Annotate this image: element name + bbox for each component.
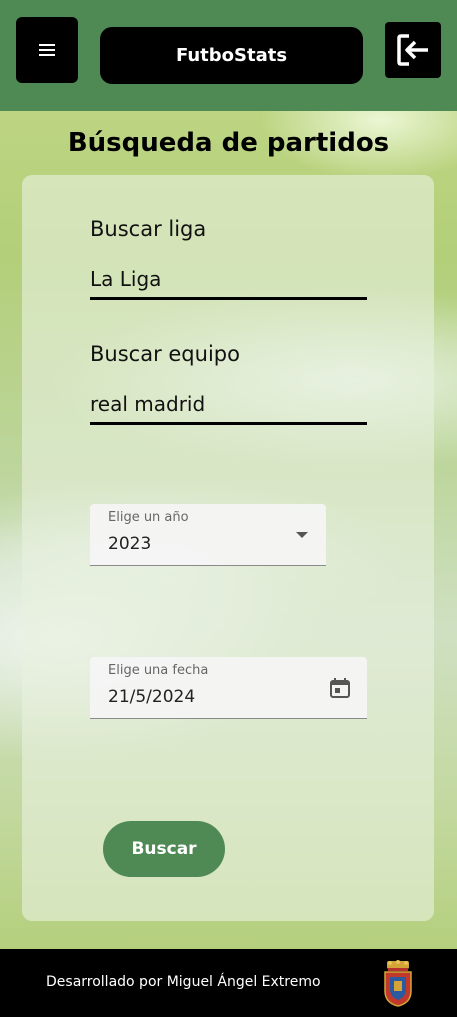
year-select-label: Elige un año — [108, 510, 189, 525]
date-picker-label: Elige una fecha — [108, 663, 209, 678]
logout-button[interactable] — [385, 22, 441, 78]
menu-button[interactable] — [16, 17, 78, 83]
team-label: Buscar equipo — [90, 342, 240, 366]
footer-credit: Desarrollado por Miguel Ángel Extremo — [46, 974, 321, 990]
calendar-icon[interactable] — [329, 677, 351, 699]
hamburger-menu-icon — [39, 44, 55, 56]
year-select[interactable]: Elige un año 2023 — [90, 504, 326, 566]
league-search-input[interactable] — [90, 260, 367, 300]
page-title: Búsqueda de partidos — [67, 128, 390, 158]
app-header: FutboStats — [0, 0, 457, 111]
search-button[interactable]: Buscar — [103, 821, 225, 877]
dropdown-arrow-icon — [296, 532, 308, 538]
app-title: FutboStats — [100, 27, 363, 84]
coat-of-arms-icon — [384, 960, 412, 1007]
date-picker-value: 21/5/2024 — [108, 687, 196, 707]
league-label: Buscar liga — [90, 217, 207, 241]
year-select-value: 2023 — [108, 534, 152, 554]
logout-arrow-icon — [397, 34, 428, 66]
date-picker[interactable]: Elige una fecha 21/5/2024 — [90, 657, 367, 719]
footer: Desarrollado por Miguel Ángel Extremo — [0, 949, 457, 1017]
team-search-input[interactable] — [90, 385, 367, 425]
